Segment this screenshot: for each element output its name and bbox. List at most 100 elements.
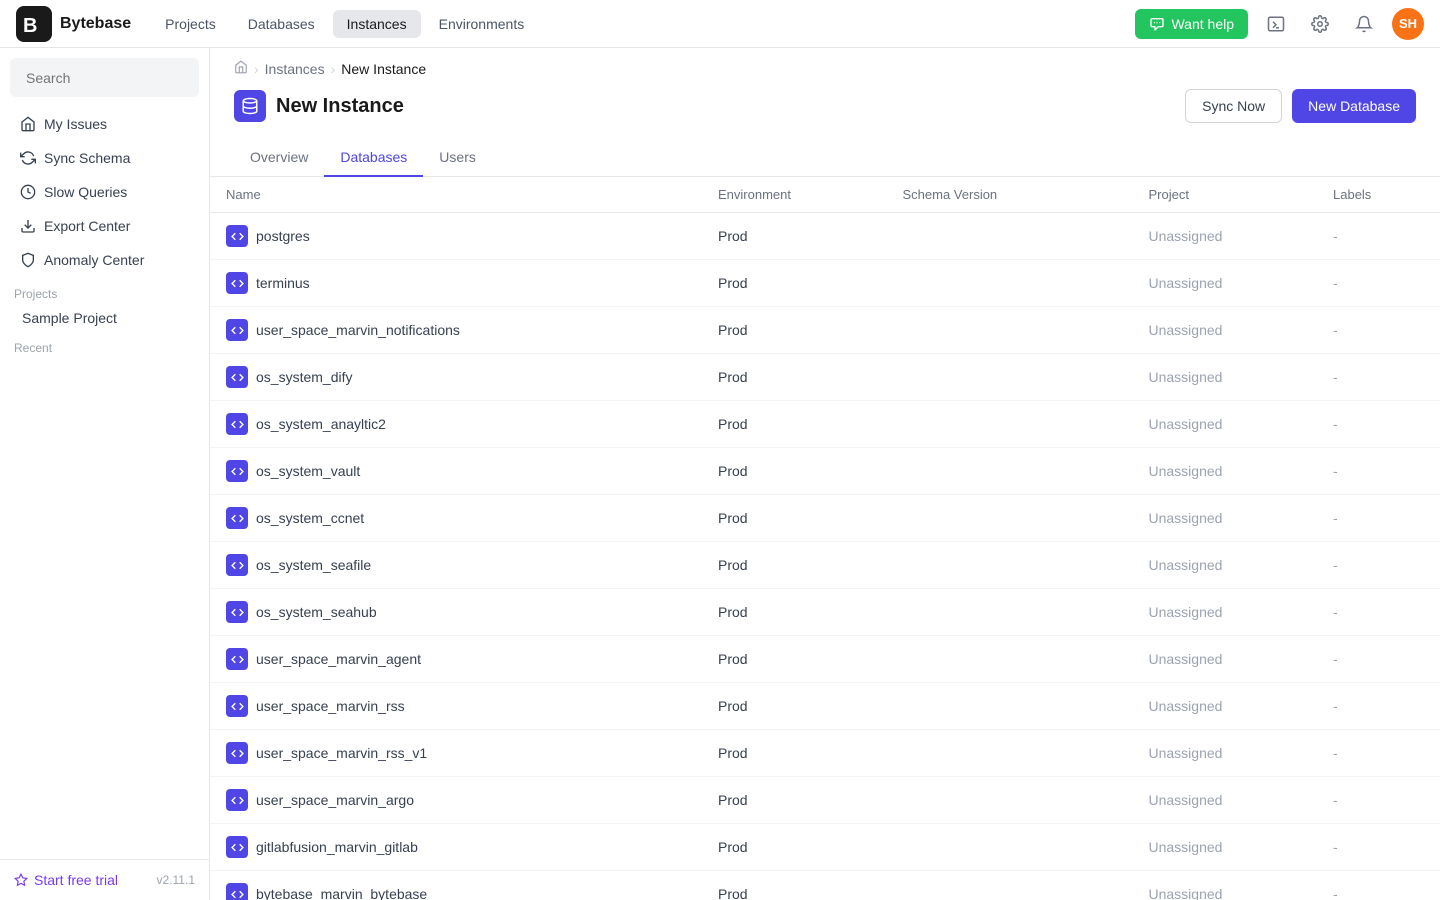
nav-tab-instances[interactable]: Instances	[333, 10, 421, 38]
table-row[interactable]: gitlabfusion_marvin_gitlab ProdUnassigne…	[210, 824, 1440, 871]
table-row[interactable]: os_system_seahub ProdUnassigned-	[210, 589, 1440, 636]
sync-now-button[interactable]: Sync Now	[1185, 89, 1282, 123]
table-row[interactable]: user_space_marvin_notifications ProdUnas…	[210, 307, 1440, 354]
db-schema-version	[887, 636, 1133, 683]
db-schema-version	[887, 448, 1133, 495]
sidebar-item-slow-queries[interactable]: Slow Queries	[6, 176, 203, 208]
table-row[interactable]: os_system_vault Prod Unassigned-	[210, 448, 1440, 495]
table-row[interactable]: os_system_anayltic2 ProdUnassigned-	[210, 401, 1440, 448]
db-name: os_system_anayltic2	[256, 416, 386, 432]
db-name-cell: user_space_marvin_rss_v1	[226, 742, 686, 764]
db-name: os_system_ccnet	[256, 510, 364, 526]
new-database-button[interactable]: New Database	[1292, 89, 1416, 123]
db-project: Unassigned	[1133, 401, 1318, 448]
db-icon	[226, 789, 248, 811]
db-environment: Prod	[702, 213, 887, 260]
sparkle-icon	[14, 873, 28, 887]
sidebar-item-label: Anomaly Center	[44, 252, 144, 268]
db-environment: Prod	[702, 448, 887, 495]
sidebar-item-my-issues[interactable]: My Issues	[6, 108, 203, 140]
db-project: Unassigned	[1133, 213, 1318, 260]
db-icon	[226, 883, 248, 900]
sidebar-item-label: Export Center	[44, 218, 130, 234]
nav-right: Want help SH	[1135, 8, 1424, 40]
sidebar-footer: Start free trial v2.11.1	[0, 859, 209, 900]
db-name-cell: os_system_dify	[226, 366, 686, 388]
db-labels: -	[1317, 730, 1440, 777]
home-icon[interactable]	[234, 60, 248, 77]
content-area: › Instances › New Instance New Instance …	[210, 48, 1440, 900]
sidebar-item-label: Slow Queries	[44, 184, 127, 200]
logo[interactable]: B Bytebase	[16, 6, 131, 42]
db-schema-version	[887, 871, 1133, 900]
sidebar-item-sync-schema[interactable]: Sync Schema	[6, 142, 203, 174]
db-name-cell: os_system_vault	[226, 460, 686, 482]
db-name-cell: bytebase_marvin_bytebase	[226, 883, 686, 900]
want-help-button[interactable]: Want help	[1135, 9, 1248, 39]
table-row[interactable]: os_system_dify ProdUnassigned-	[210, 354, 1440, 401]
db-labels: -	[1317, 401, 1440, 448]
db-labels: -	[1317, 213, 1440, 260]
db-environment: Prod	[702, 495, 887, 542]
start-trial-button[interactable]: Start free trial	[14, 872, 118, 888]
search-input[interactable]	[26, 70, 207, 86]
db-name: user_space_marvin_rss	[256, 698, 405, 714]
search-bar[interactable]: ⌘ K	[10, 58, 199, 97]
sidebar-item-anomaly-center[interactable]: Anomaly Center	[6, 244, 203, 276]
col-header-labels: Labels	[1317, 177, 1440, 213]
download-icon	[20, 218, 36, 234]
nav-tab-databases[interactable]: Databases	[234, 10, 329, 38]
sidebar-item-label: My Issues	[44, 116, 107, 132]
table-row[interactable]: os_system_ccnet ProdUnassigned-	[210, 495, 1440, 542]
db-project: Unassigned	[1133, 448, 1318, 495]
breadcrumb-instances-link[interactable]: Instances	[265, 61, 325, 77]
tab-users[interactable]: Users	[423, 139, 492, 177]
db-project: Unassigned	[1133, 871, 1318, 900]
table-row[interactable]: user_space_marvin_agent ProdUnassigned-	[210, 636, 1440, 683]
db-labels: -	[1317, 354, 1440, 401]
db-labels: -	[1317, 871, 1440, 900]
db-name: bytebase_marvin_bytebase	[256, 886, 427, 900]
nav-tab-environments[interactable]: Environments	[425, 10, 539, 38]
notifications-icon-button[interactable]	[1348, 8, 1380, 40]
db-name-cell: user_space_marvin_notifications	[226, 319, 686, 341]
tabs: Overview Databases Users	[210, 139, 1440, 177]
db-name-cell: user_space_marvin_argo	[226, 789, 686, 811]
table-row[interactable]: os_system_seafile ProdUnassigned-	[210, 542, 1440, 589]
db-labels: -	[1317, 448, 1440, 495]
table-row[interactable]: user_space_marvin_rss ProdUnassigned-	[210, 683, 1440, 730]
databases-table: Name Environment Schema Version Project …	[210, 177, 1440, 900]
db-name: os_system_seahub	[256, 604, 377, 620]
db-icon	[226, 366, 248, 388]
table-row[interactable]: bytebase_marvin_bytebase ProdUnassigned-	[210, 871, 1440, 900]
db-schema-version	[887, 683, 1133, 730]
db-name: user_space_marvin_agent	[256, 651, 421, 667]
db-project: Unassigned	[1133, 307, 1318, 354]
nav-tab-projects[interactable]: Projects	[151, 10, 230, 38]
table-row[interactable]: postgres ProdUnassigned-	[210, 213, 1440, 260]
user-avatar[interactable]: SH	[1392, 8, 1424, 40]
tab-overview[interactable]: Overview	[234, 139, 324, 177]
db-name-cell: gitlabfusion_marvin_gitlab	[226, 836, 686, 858]
db-schema-version	[887, 730, 1133, 777]
sidebar: ⌘ K My Issues Sync Schema Slow Queries	[0, 48, 210, 900]
table-row[interactable]: terminus ProdUnassigned-	[210, 260, 1440, 307]
db-icon	[226, 836, 248, 858]
db-icon	[226, 319, 248, 341]
settings-icon-button[interactable]	[1304, 8, 1336, 40]
clock-icon	[20, 184, 36, 200]
db-project: Unassigned	[1133, 354, 1318, 401]
page-title: New Instance	[276, 95, 404, 118]
db-name: gitlabfusion_marvin_gitlab	[256, 839, 418, 855]
sample-project-item[interactable]: Sample Project	[0, 305, 209, 331]
db-project: Unassigned	[1133, 824, 1318, 871]
breadcrumb-separator: ›	[254, 61, 259, 77]
terminal-icon-button[interactable]	[1260, 8, 1292, 40]
db-icon	[226, 272, 248, 294]
db-environment: Prod	[702, 730, 887, 777]
tab-databases[interactable]: Databases	[324, 139, 423, 177]
db-name-cell: os_system_ccnet	[226, 507, 686, 529]
table-row[interactable]: user_space_marvin_argo ProdUnassigned-	[210, 777, 1440, 824]
table-row[interactable]: user_space_marvin_rss_v1 ProdUnassigned-	[210, 730, 1440, 777]
sidebar-item-export-center[interactable]: Export Center	[6, 210, 203, 242]
